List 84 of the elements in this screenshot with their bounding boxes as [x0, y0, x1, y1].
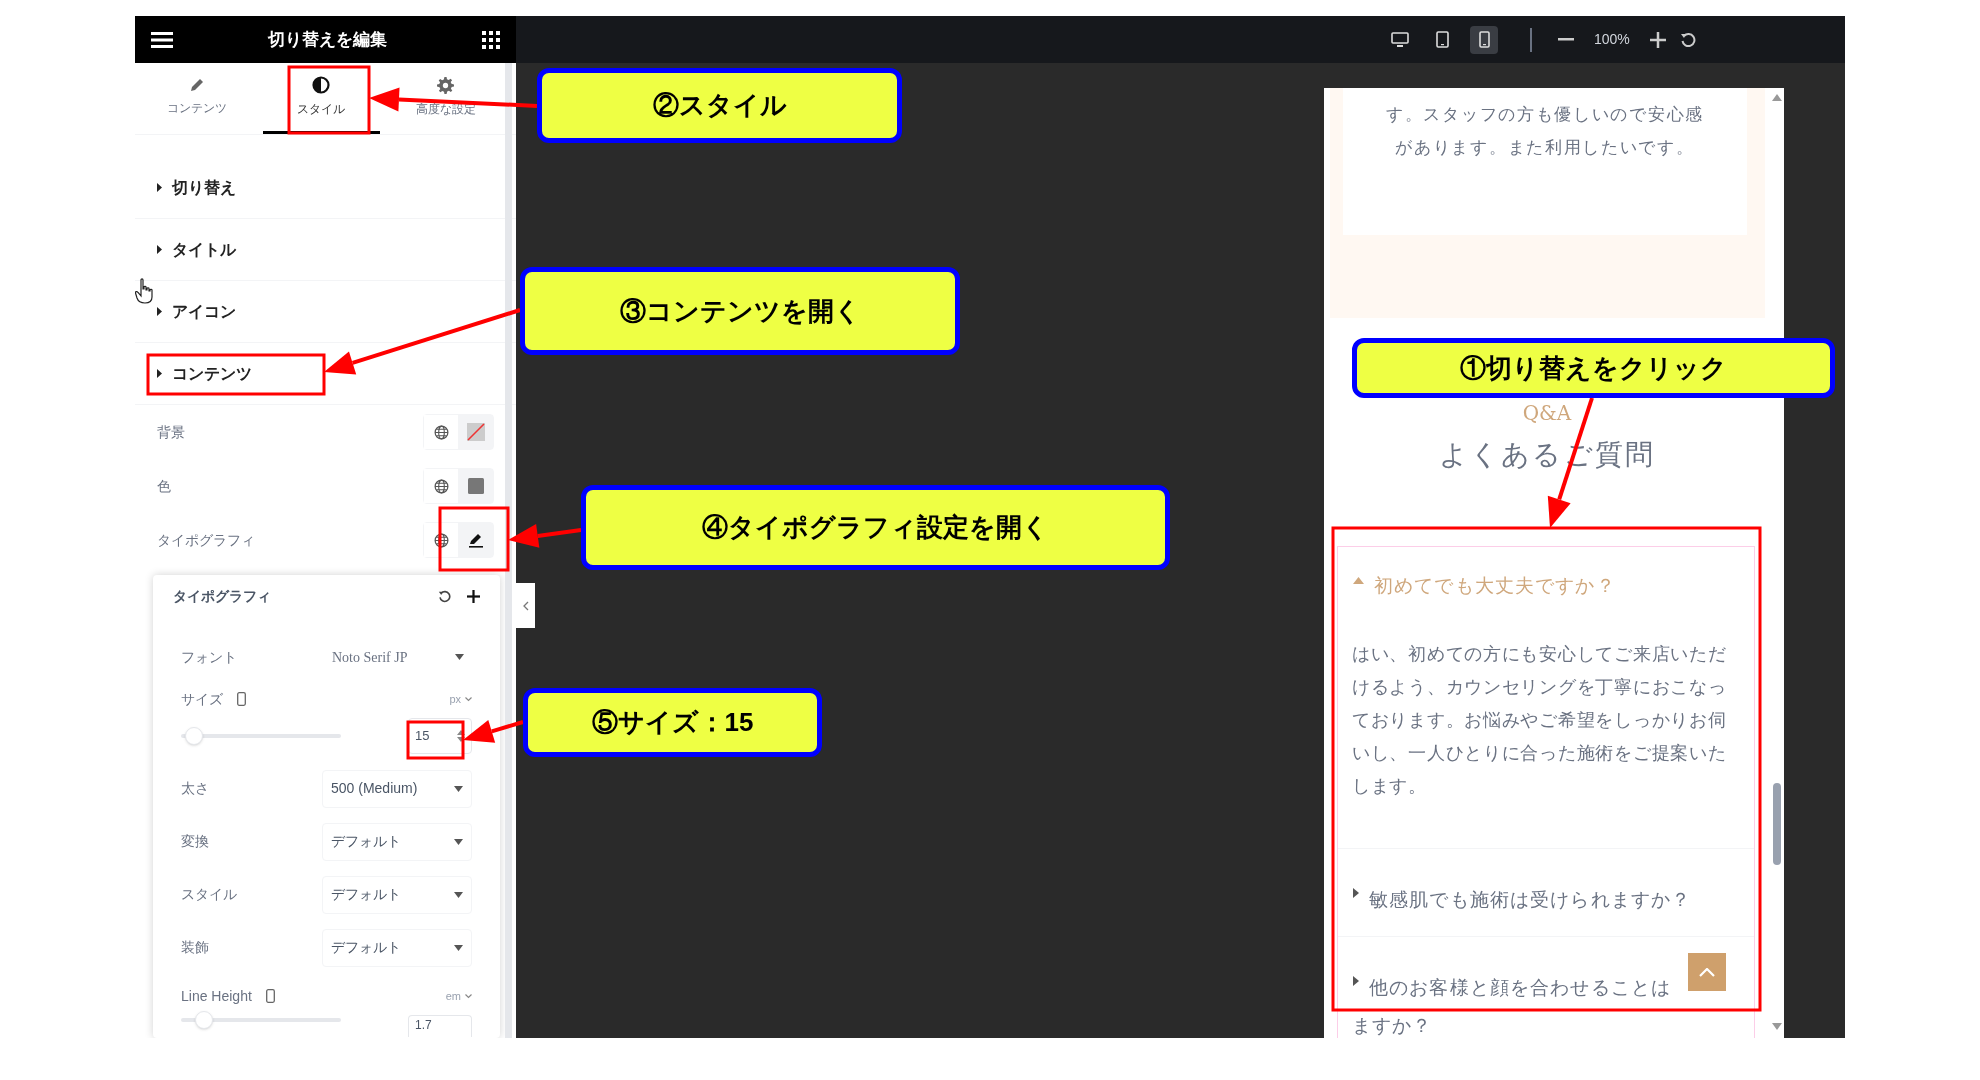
mobile-icon	[265, 989, 275, 1003]
reset-icon[interactable]	[1679, 31, 1696, 48]
no-color-swatch-icon	[466, 423, 485, 441]
caret-right-icon	[1353, 976, 1359, 986]
field-label: 太さ	[181, 779, 209, 798]
zoom-in-icon[interactable]	[1649, 31, 1666, 48]
globe-icon	[433, 478, 449, 494]
slider-thumb[interactable]	[195, 1011, 214, 1029]
scroll-down-icon[interactable]	[1772, 1023, 1782, 1030]
scrollbar-thumb[interactable]	[1773, 783, 1781, 865]
chevron-up-icon	[1699, 967, 1715, 977]
dropdown-select[interactable]: 500 (Medium)	[322, 769, 472, 808]
faq-question[interactable]: 敏感肌でも施術は受けられますか？	[1338, 849, 1754, 912]
highlight-frame	[438, 506, 510, 572]
globe-icon	[433, 424, 449, 440]
pencil-icon	[189, 77, 206, 93]
caret-right-icon	[1353, 888, 1359, 898]
callout-label: ③コンテンツを開く	[520, 267, 960, 355]
caret-up-icon	[1353, 577, 1364, 584]
add-icon[interactable]	[467, 589, 480, 603]
testimonial-text: があります。また利用したいです。	[1395, 136, 1695, 159]
slider-track[interactable]	[181, 727, 341, 745]
control-label: 色	[157, 476, 171, 496]
caret-right-icon	[157, 183, 162, 192]
device-button[interactable]	[1470, 25, 1498, 54]
tablet-icon	[1435, 31, 1449, 48]
edit-button[interactable]	[458, 523, 493, 557]
caret-right-icon	[157, 369, 162, 378]
field-label: フォント	[181, 647, 237, 667]
panel-scrollbar[interactable]	[505, 63, 512, 1038]
control-label: 背景	[157, 422, 185, 442]
scroll-up-icon[interactable]	[1772, 94, 1782, 101]
globe-icon	[433, 532, 449, 548]
caret-right-icon	[157, 245, 162, 254]
callout-label: ⑤サイズ：15	[523, 688, 822, 757]
mobile-icon	[1478, 31, 1490, 48]
chevron-down-icon	[465, 696, 472, 702]
color-swatch-icon	[467, 478, 484, 494]
number-field[interactable]: 1.7	[408, 1015, 472, 1037]
mobile-icon	[237, 692, 246, 706]
field-label: スタイル	[181, 885, 237, 904]
zoom-out-icon[interactable]	[1558, 38, 1574, 41]
callout-label: ①切り替えをクリック	[1352, 338, 1835, 398]
font-select[interactable]: Noto Serif JP	[324, 640, 472, 674]
back-to-top-button[interactable]	[1688, 953, 1726, 991]
field-label: Line Height	[181, 986, 252, 1006]
faq-question-continued: ますか？	[1351, 1013, 1434, 1038]
faq-question[interactable]: 他のお客様と顔を合わせることは	[1338, 937, 1754, 1000]
dropdown-select[interactable]: デフォルト	[322, 822, 472, 861]
pencil-icon	[467, 532, 484, 548]
caret-down-icon	[454, 944, 463, 951]
spinner-arrows-icon	[457, 729, 465, 743]
zoom-level: 100%	[1594, 30, 1630, 49]
field-label: 装飾	[181, 938, 209, 957]
chevron-down-icon	[465, 993, 472, 999]
field-label: 変換	[181, 832, 209, 851]
caret-down-icon	[455, 654, 464, 660]
chevron-left-icon	[522, 600, 529, 611]
menu-icon[interactable]	[151, 31, 173, 48]
reset-icon[interactable]	[438, 589, 451, 603]
highlight-frame	[406, 720, 465, 760]
grid-icon[interactable]	[482, 30, 500, 49]
caret-down-icon	[454, 785, 463, 792]
caret-down-icon	[454, 891, 463, 898]
callout-label: ④タイポグラフィ設定を開く	[581, 485, 1170, 570]
section-eyebrow: Q&A	[1521, 400, 1573, 426]
annotation-arrow	[463, 719, 524, 743]
panel-tab[interactable]: コンテンツ	[138, 63, 256, 134]
field-label: サイズ	[181, 689, 223, 709]
control-label: タイポグラフィ	[157, 530, 255, 550]
dropdown-select[interactable]: デフォルト	[322, 928, 472, 967]
faq-answer: はい、初めての方にも安心してご来店いただけるよう、カウンセリングを丁寧におこなっております。お悩みやご希望をしっかりお伺いし、一人ひとりに合った施術をご提案いたします。	[1351, 642, 1728, 798]
contrast-icon	[312, 76, 331, 94]
caret-down-icon	[454, 838, 463, 845]
testimonial-text: す。スタッフの方も優しいので安心感	[1386, 103, 1704, 126]
desktop-icon	[1391, 31, 1409, 48]
panel-title: 切り替えを編集	[268, 28, 387, 51]
popover-title: タイポグラフィ	[173, 586, 271, 606]
gear-icon	[437, 76, 455, 94]
slider-track[interactable]	[181, 1011, 341, 1029]
dropdown-select[interactable]: デフォルト	[322, 875, 472, 914]
caret-right-icon	[157, 307, 162, 316]
callout-label: ②スタイル	[537, 68, 902, 143]
slider-thumb[interactable]	[185, 727, 204, 745]
